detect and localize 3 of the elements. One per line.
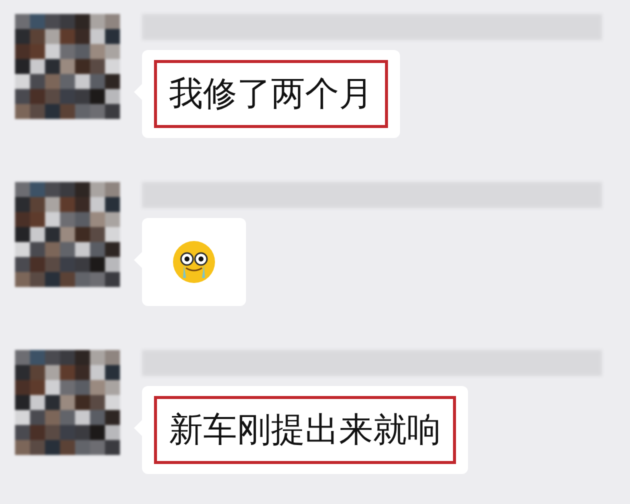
message-text: 我修了两个月: [154, 60, 388, 128]
message-text: 新车刚提出来就响: [154, 396, 456, 464]
crying-face-icon: [172, 240, 216, 284]
